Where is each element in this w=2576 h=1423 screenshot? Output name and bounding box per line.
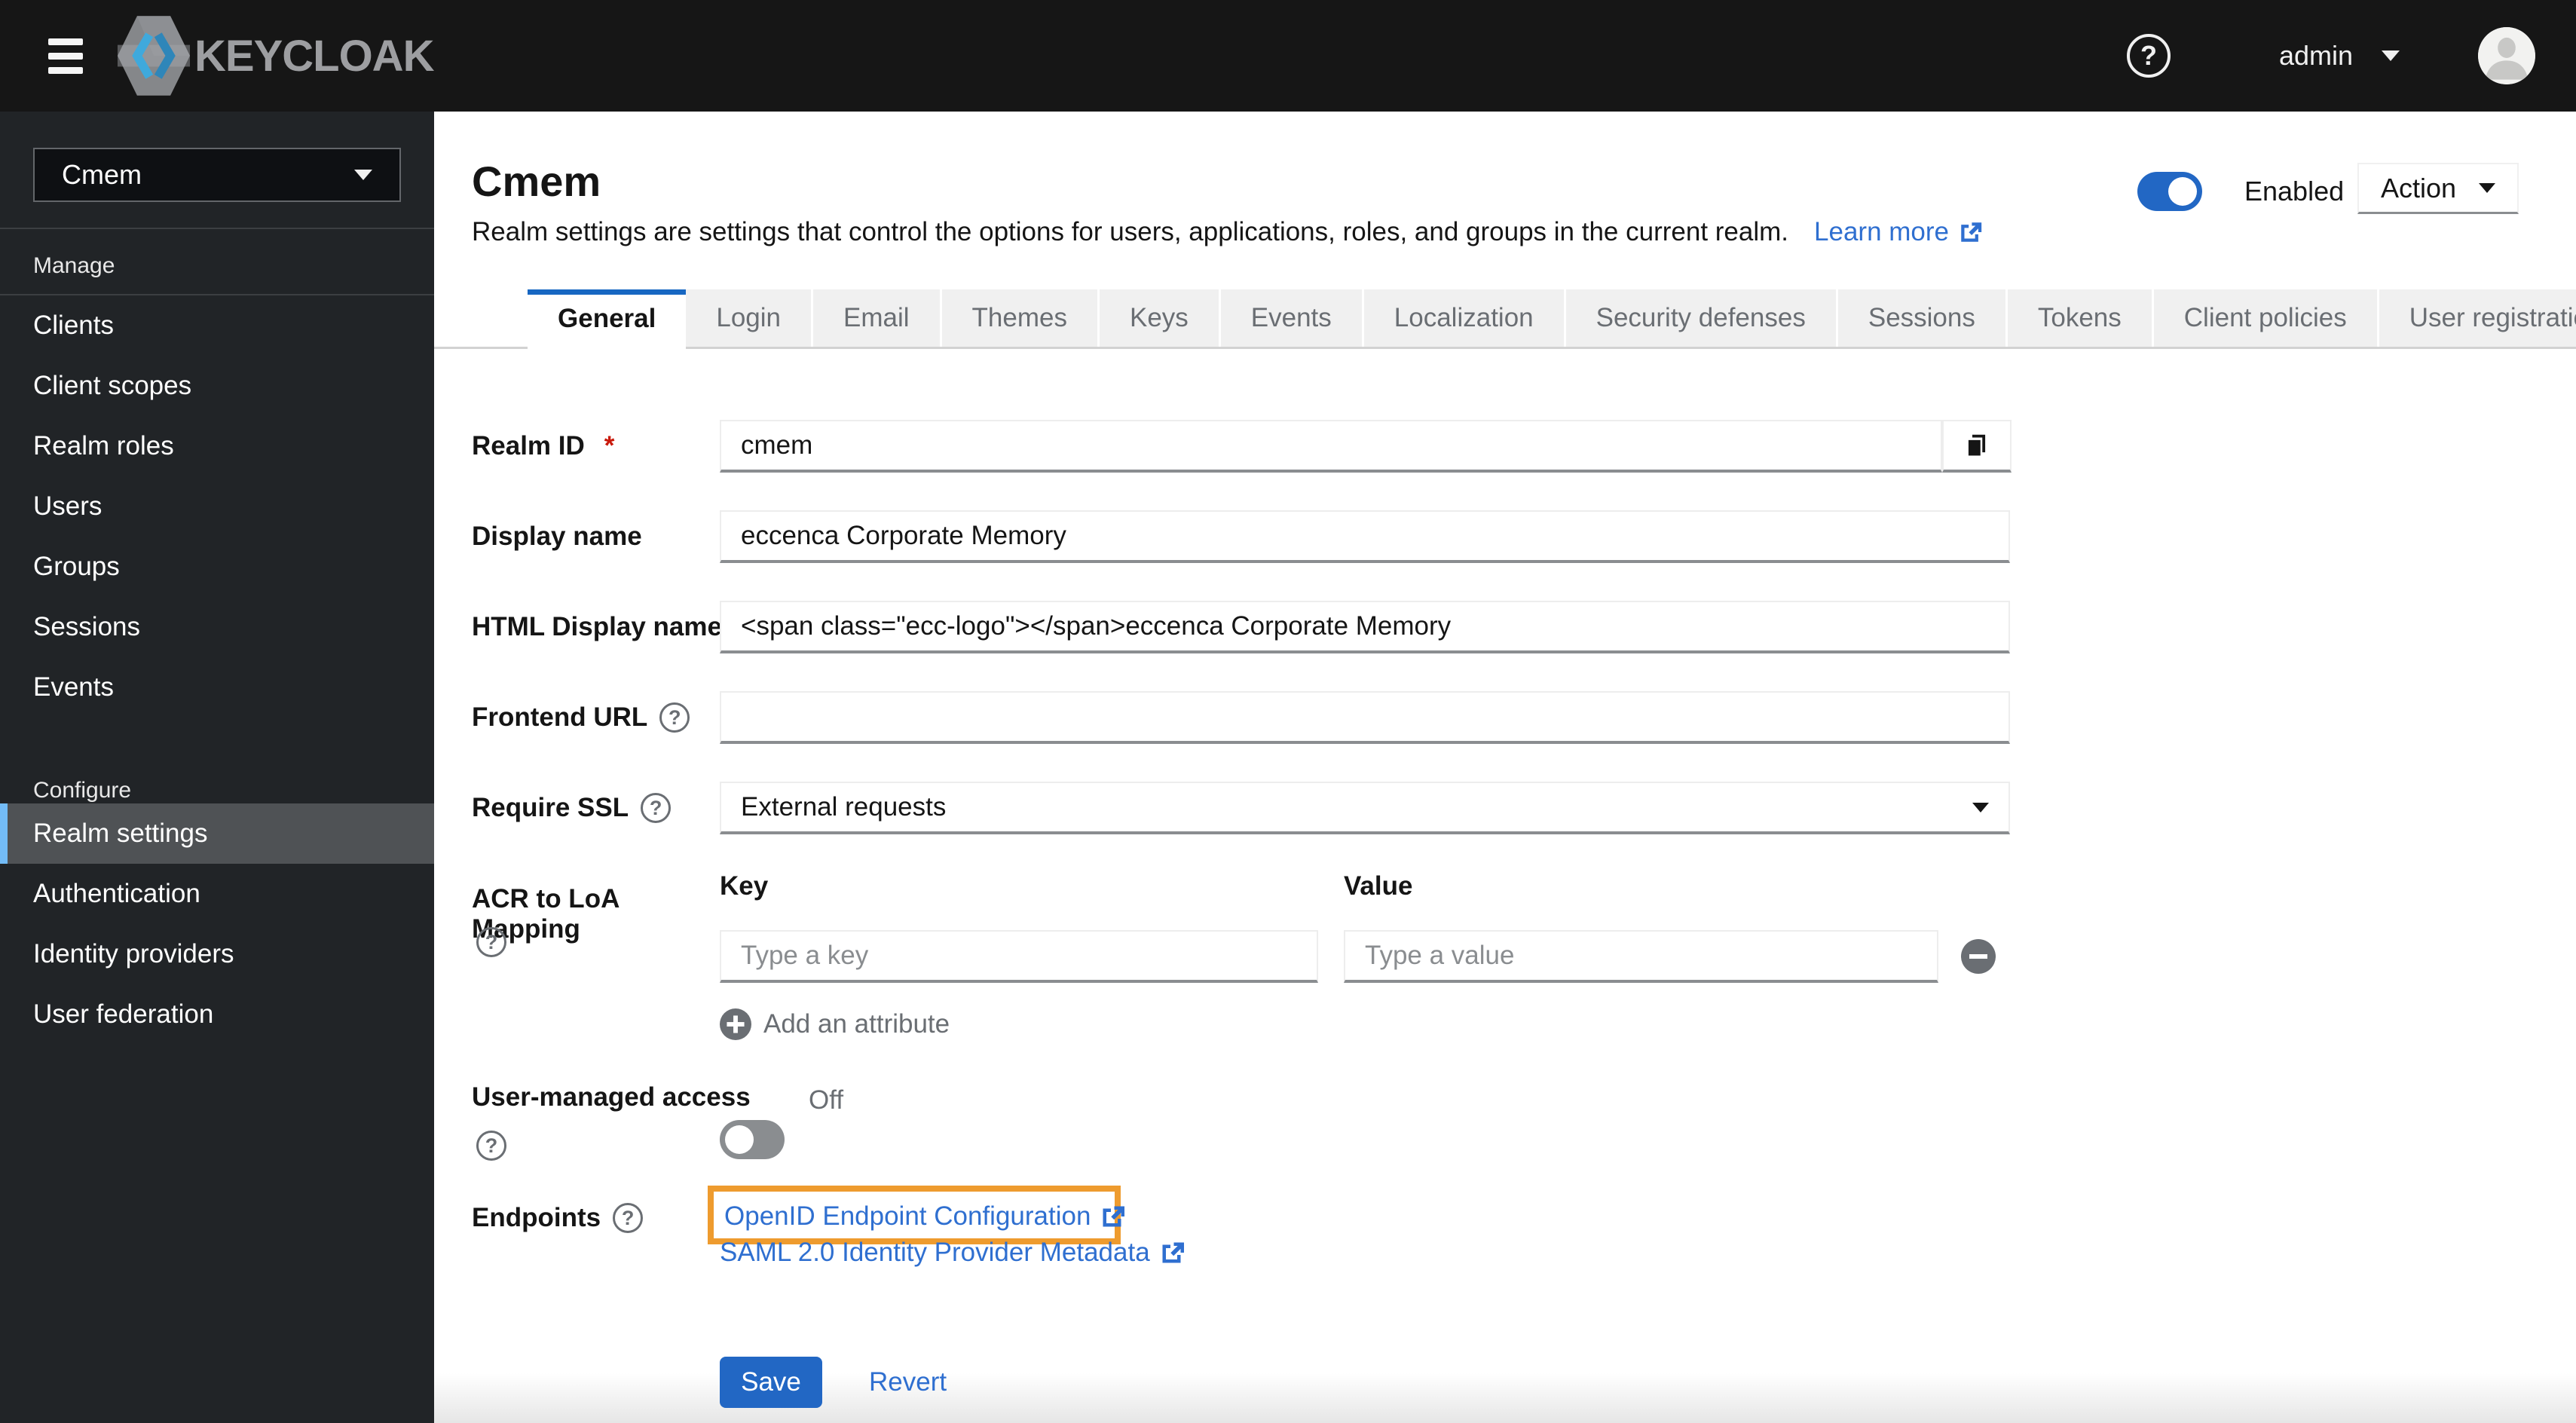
username: admin: [2278, 40, 2353, 71]
openid-endpoint-configuration-link[interactable]: OpenID Endpoint Configuration: [724, 1201, 1127, 1232]
realm-description-row: Realm settings are settings that control…: [472, 217, 1984, 247]
tab-client-policies[interactable]: Client policies: [2153, 289, 2379, 347]
minus-icon: [1969, 954, 1987, 959]
tab-themes[interactable]: Themes: [941, 289, 1100, 347]
realm-description: Realm settings are settings that control…: [472, 217, 1789, 246]
main-content: Cmem Realm settings are settings that co…: [434, 112, 2576, 1423]
user-managed-access-toggle[interactable]: [720, 1120, 785, 1159]
copy-button[interactable]: [1942, 420, 2012, 473]
frontend-url-input[interactable]: [720, 691, 2010, 744]
masthead-right: ? admin: [2126, 27, 2535, 84]
tab-user-registration[interactable]: User registration: [2379, 289, 2576, 347]
html-display-name-input[interactable]: [720, 601, 2010, 653]
plus-circle-icon: [720, 1008, 751, 1040]
chevron-down-icon: [2382, 50, 2400, 61]
page-title: Cmem: [472, 158, 601, 205]
enabled-toggle-group: Enabled: [2137, 172, 2344, 211]
tab-login[interactable]: Login: [686, 289, 813, 347]
help-icon[interactable]: ?: [659, 702, 690, 733]
sidebar-item-client-scopes[interactable]: Client scopes: [0, 356, 434, 416]
nav-group-manage: Manage: [33, 253, 115, 278]
save-button[interactable]: Save: [720, 1357, 822, 1408]
tab-events[interactable]: Events: [1220, 289, 1364, 347]
chevron-down-icon: [2479, 183, 2496, 193]
sidebar-item-events[interactable]: Events: [0, 657, 434, 718]
brand-text: KEYCLOAK: [194, 31, 434, 81]
tab-localization[interactable]: Localization: [1363, 289, 1566, 347]
divider: [0, 228, 434, 229]
sidebar-item-authentication[interactable]: Authentication: [0, 864, 434, 924]
acr-key-input[interactable]: [720, 930, 1318, 983]
sidebar-item-identity-providers[interactable]: Identity providers: [0, 924, 434, 984]
sidebar-item-sessions[interactable]: Sessions: [0, 597, 434, 657]
chevron-down-icon: [1972, 802, 1989, 812]
copy-icon: [1968, 434, 1986, 456]
acr-key-header: Key: [720, 871, 769, 901]
display-name-input[interactable]: [720, 510, 2010, 563]
acr-mapping-label: ACR to LoA Mapping: [472, 884, 620, 944]
sidebar-item-clients[interactable]: Clients: [0, 295, 434, 356]
person-icon: [2478, 27, 2535, 84]
keycloak-logo: KEYCLOAK: [118, 16, 434, 96]
learn-more-link[interactable]: Learn more: [1814, 217, 1984, 247]
sidebar-item-users[interactable]: Users: [0, 476, 434, 537]
realm-id-label: Realm ID *: [472, 431, 615, 461]
keycloak-hexagon-icon: [118, 16, 190, 96]
remove-attribute-button[interactable]: [1961, 939, 1996, 974]
tab-email[interactable]: Email: [813, 289, 942, 347]
require-ssl-label: Require SSL ?: [472, 793, 672, 823]
frontend-url-label: Frontend URL ?: [472, 702, 690, 733]
external-link-icon: [1103, 1206, 1125, 1227]
saml-metadata-link[interactable]: SAML 2.0 Identity Provider Metadata: [720, 1238, 1186, 1268]
nav-group-configure: Configure: [33, 778, 132, 803]
user-menu[interactable]: admin: [2279, 40, 2400, 72]
sidebar-item-user-federation[interactable]: User federation: [0, 984, 434, 1045]
help-icon[interactable]: ?: [2126, 34, 2171, 78]
realm-selector[interactable]: Cmem: [33, 148, 401, 202]
require-ssl-select[interactable]: External requests: [720, 782, 2010, 834]
masthead: KEYCLOAK ? admin: [0, 0, 2576, 112]
tab-security-defenses[interactable]: Security defenses: [1565, 289, 1838, 347]
help-icon[interactable]: ?: [613, 1203, 644, 1233]
tab-sessions[interactable]: Sessions: [1837, 289, 2008, 347]
sidebar-item-realm-roles[interactable]: Realm roles: [0, 416, 434, 476]
realm-settings-tabs: General Login Email Themes Keys Events L…: [434, 289, 2576, 349]
tab-tokens[interactable]: Tokens: [2007, 289, 2154, 347]
tab-keys[interactable]: Keys: [1099, 289, 1221, 347]
display-name-label: Display name: [472, 522, 642, 551]
user-managed-access-state: Off: [809, 1085, 844, 1115]
help-icon[interactable]: ?: [476, 927, 506, 957]
add-attribute-button[interactable]: Add an attribute: [720, 1008, 950, 1040]
chevron-down-icon: [354, 170, 372, 180]
acr-value-input[interactable]: [1344, 930, 1938, 983]
sidebar-item-realm-settings[interactable]: Realm settings: [0, 803, 434, 864]
enabled-label: Enabled: [2244, 176, 2345, 207]
enabled-toggle[interactable]: [2137, 172, 2202, 211]
tab-general[interactable]: General: [528, 289, 687, 349]
endpoints-label: Endpoints ?: [472, 1203, 644, 1233]
html-display-name-label: HTML Display name: [472, 612, 722, 641]
sidebar-item-groups[interactable]: Groups: [0, 537, 434, 597]
revert-button[interactable]: Revert: [869, 1367, 947, 1397]
required-asterisk: *: [604, 431, 615, 461]
acr-value-header: Value: [1344, 871, 1413, 901]
realm-id-input[interactable]: [720, 420, 1942, 473]
action-dropdown[interactable]: Action: [2357, 163, 2519, 214]
sidebar: Cmem Manage Clients Client scopes Realm …: [0, 112, 434, 1423]
external-link-icon: [1162, 1242, 1184, 1263]
realm-selector-value: Cmem: [62, 159, 142, 190]
avatar[interactable]: [2478, 27, 2535, 84]
nav-toggle-icon[interactable]: [48, 38, 83, 74]
external-link-icon: [1961, 222, 1982, 242]
require-ssl-value: External requests: [741, 792, 947, 822]
help-icon[interactable]: ?: [641, 793, 672, 823]
help-icon[interactable]: ?: [476, 1131, 506, 1161]
user-managed-access-label: User-managed access: [472, 1082, 751, 1112]
